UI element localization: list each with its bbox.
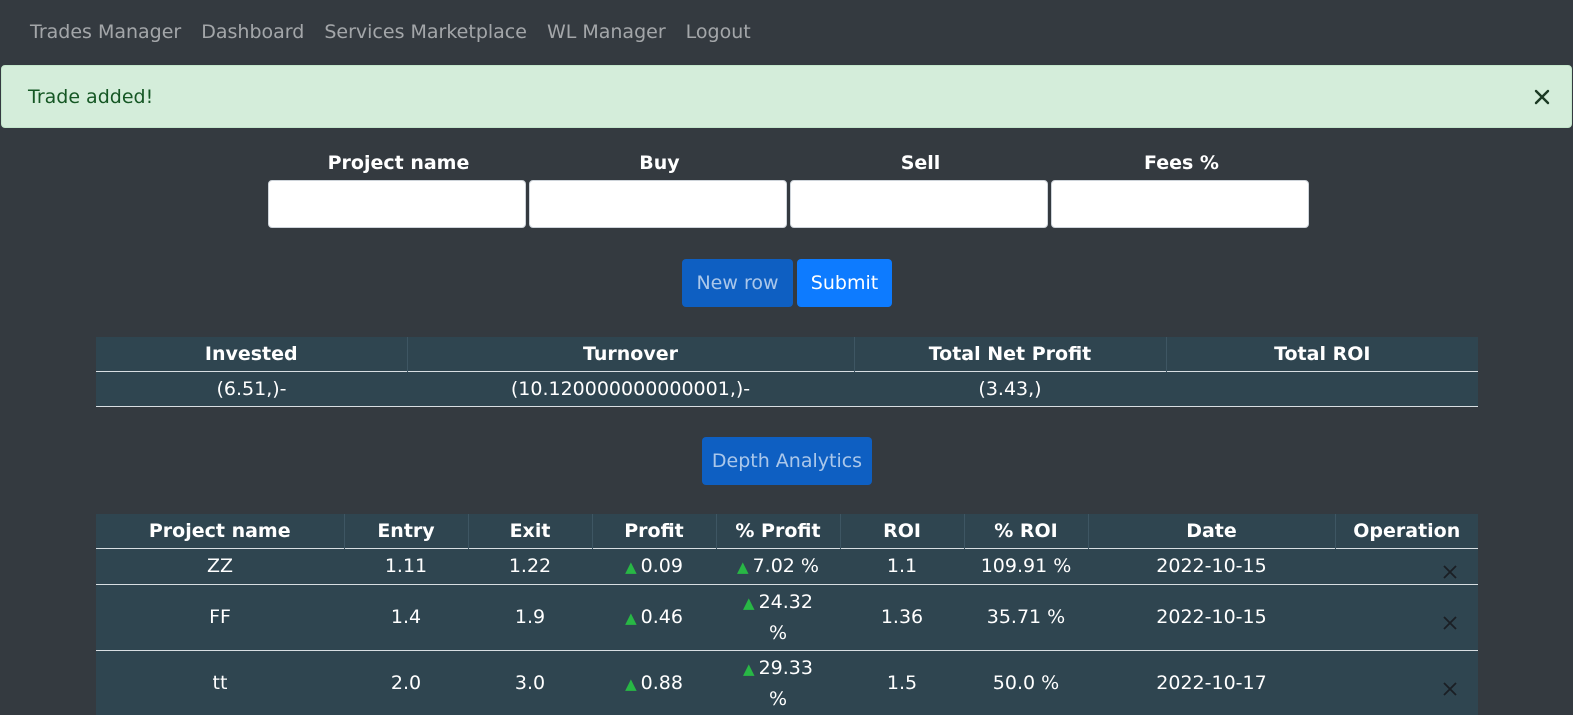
project-cell: FF [209,606,231,628]
pct-profit-value: 7.02 % [752,554,819,577]
table-row: ZZ 1.11 1.22 ▲ 0.09 ▲ 7.02 % 1.1 109.91 % … [96,548,1478,584]
nav-dashboard[interactable]: Dashboard [191,21,314,43]
table-row: FF 1.4 1.9 ▲ 0.46 ▲ 24.32 % 1.36 35.71 % 2… [96,584,1478,650]
invested-value: (6.51,)- [216,377,287,400]
operation-cell [1335,584,1478,650]
up-arrow-icon: ▲ [625,608,637,627]
date-cell: 2022-10-15 [1156,606,1267,628]
col-project-name: Project name [96,514,345,548]
invested-header: Invested [96,337,408,371]
sell-label: Sell [900,152,941,174]
up-arrow-icon: ▲ [737,557,749,576]
summary-row: (6.51,)- (10.120000000000001,)- (3.43,) [96,371,1478,406]
buy-input[interactable] [529,180,787,228]
pct-roi-cell: 35.71 % [986,606,1066,628]
profit-cell: ▲ 0.46 [592,584,716,650]
col-pct-roi: % ROI [964,514,1089,548]
pct-profit-cell: ▲ 7.02 % [716,548,840,584]
date-cell: 2022-10-17 [1156,672,1267,694]
submit-button[interactable]: Submit [797,259,892,307]
pct-profit-value: 24.32 % [758,590,813,644]
fees-input[interactable] [1051,180,1309,228]
col-profit: Profit [592,514,717,548]
delete-icon[interactable] [1442,676,1458,696]
profit-value: 0.46 [640,605,683,628]
up-arrow-icon: ▲ [743,593,755,612]
profit-value: 0.88 [640,671,683,694]
summary-table: Invested Turnover Total Net Profit Total… [96,337,1478,407]
col-operation: Operation [1353,519,1461,542]
project-name-input[interactable] [268,180,526,228]
summary-header-row: Invested Turnover Total Net Profit Total… [96,337,1478,371]
roi-cell: 1.5 [886,672,918,694]
col-entry: Entry [344,514,469,548]
sell-input[interactable] [790,180,1048,228]
exit-cell: 1.22 [508,555,552,577]
col-roi: ROI [840,514,965,548]
project-cell: tt [212,672,228,694]
new-row-button[interactable]: New row [682,259,793,307]
date-cell: 2022-10-15 [1156,555,1267,577]
nav-services-marketplace[interactable]: Services Marketplace [314,21,537,43]
success-alert: Trade added! [1,65,1572,128]
depth-analytics-button[interactable]: Depth Analytics [702,437,872,485]
delete-icon[interactable] [1442,610,1458,630]
entry-cell: 2.0 [390,672,422,694]
pct-profit-value: 29.33 % [758,656,813,710]
operation-cell [1335,650,1478,715]
col-date: Date [1088,514,1336,548]
exit-cell: 3.0 [514,672,546,694]
buy-label: Buy [639,152,680,174]
total-roi-header: Total ROI [1274,342,1371,365]
pct-roi-cell: 109.91 % [980,555,1072,577]
total-roi-value [1166,371,1478,406]
alert-message: Trade added! [28,85,154,108]
delete-icon[interactable] [1442,559,1458,579]
project-name-label: Project name [327,152,470,174]
roi-cell: 1.1 [886,555,918,577]
exit-cell: 1.9 [514,606,546,628]
nav-trades-manager[interactable]: Trades Manager [20,21,191,43]
up-arrow-icon: ▲ [625,557,637,576]
up-arrow-icon: ▲ [625,674,637,693]
profit-value: 0.09 [640,554,683,577]
pct-profit-cell: ▲ 24.32 % [716,584,840,650]
trade-form-labels: Project name Buy Sell Fees % [268,152,1312,174]
navbar: Trades Manager Dashboard Services Market… [0,0,1573,64]
profit-cell: ▲ 0.09 [592,548,716,584]
nav-wl-manager[interactable]: WL Manager [537,21,676,43]
fees-label: Fees % [1144,152,1219,174]
entry-cell: 1.11 [384,555,428,577]
close-icon[interactable] [1533,88,1551,106]
col-pct-profit: % Profit [716,514,841,548]
turnover-value: (10.120000000000001,)- [510,377,751,400]
operation-cell [1335,548,1478,584]
total-net-profit-header: Total Net Profit [854,337,1167,371]
profit-cell: ▲ 0.88 [592,650,716,715]
roi-cell: 1.36 [880,606,924,628]
pct-roi-cell: 50.0 % [992,672,1060,694]
pct-profit-cell: ▲ 29.33 % [716,650,840,715]
trades-table: Project name Entry Exit Profit % Profit … [96,514,1478,715]
turnover-header: Turnover [407,337,855,371]
col-exit: Exit [468,514,593,548]
up-arrow-icon: ▲ [743,659,755,678]
nav-logout[interactable]: Logout [676,21,761,43]
project-cell: ZZ [206,555,234,577]
trades-header-row: Project name Entry Exit Profit % Profit … [96,514,1478,548]
table-row: tt 2.0 3.0 ▲ 0.88 ▲ 29.33 % 1.5 50.0 % 202… [96,650,1478,715]
total-net-profit-value: (3.43,) [978,377,1042,400]
trade-form-inputs [268,180,1312,228]
entry-cell: 1.4 [390,606,422,628]
